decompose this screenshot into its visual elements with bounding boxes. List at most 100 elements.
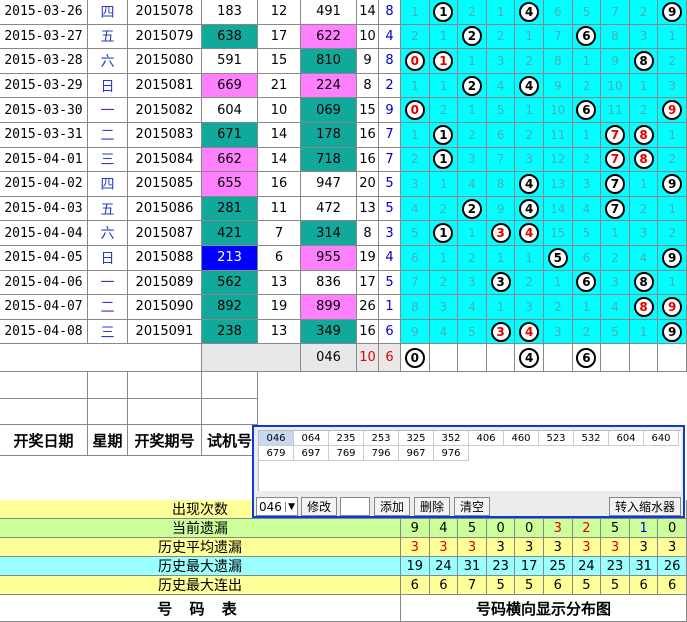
combination-item[interactable]: 976 — [434, 446, 469, 461]
stat-value: 3 — [458, 538, 487, 557]
add-button[interactable]: 添加 — [374, 497, 410, 516]
distribution-cell: 3 — [458, 147, 487, 173]
distribution-cell: 7 — [601, 147, 630, 173]
weekday: 日 — [88, 246, 128, 271]
sum-value: 16 — [357, 147, 379, 173]
combination-item[interactable]: 352 — [434, 431, 469, 446]
distribution-cell: 4 — [486, 73, 516, 99]
column-header-date: 开奖日期 — [0, 425, 88, 457]
distribution-cell: 5 — [486, 98, 516, 123]
distribution-cell: 1 — [515, 98, 544, 123]
digit-ball: 6 — [576, 100, 597, 121]
import-shrinker-button[interactable]: 转入缩水器 — [609, 497, 681, 516]
stat-value: 3 — [515, 538, 544, 557]
combination-item[interactable]: 532 — [574, 431, 609, 446]
combination-item[interactable]: 679 — [259, 446, 294, 461]
distribution-cell: 6 — [401, 246, 430, 271]
sum-tail: 6 — [379, 319, 401, 345]
stat-value: 26 — [658, 557, 687, 576]
delete-button[interactable]: 删除 — [414, 497, 450, 516]
stat-value: 25 — [544, 557, 573, 576]
combination-item[interactable]: 769 — [329, 446, 364, 461]
digit-ball: 4 — [519, 173, 540, 194]
combination-item[interactable]: 253 — [364, 431, 399, 446]
draw-period: 2015085 — [128, 172, 202, 197]
combination-item[interactable]: 406 — [469, 431, 504, 446]
sum-tail: 7 — [379, 147, 401, 173]
stat-value: 6 — [658, 576, 687, 595]
combination-item[interactable]: 640 — [644, 431, 679, 446]
chevron-down-icon: ▼ — [285, 501, 295, 512]
forecast-cell — [601, 344, 630, 373]
combination-item[interactable]: 064 — [294, 431, 329, 446]
forecast-cell — [544, 344, 573, 373]
distribution-cell: 4 — [629, 246, 659, 271]
distribution-cell: 7 — [601, 172, 630, 197]
distribution-cell: 1 — [429, 246, 459, 271]
distribution-cell: 5 — [572, 221, 602, 246]
distribution-cell: 2 — [572, 73, 602, 99]
combination-item[interactable]: 325 — [399, 431, 434, 446]
distribution-cell: 1 — [429, 221, 459, 246]
weekday: 二 — [88, 295, 128, 320]
modify-button[interactable]: 修改 — [301, 497, 337, 516]
stat-value: 5 — [601, 519, 630, 538]
distribution-cell: 1 — [629, 172, 659, 197]
sum-value: 14 — [357, 0, 379, 25]
distribution-cell: 1 — [429, 172, 459, 197]
span-value: 12 — [258, 0, 301, 25]
distribution-cell: 9 — [486, 196, 516, 222]
distribution-cell: 0 — [401, 98, 430, 123]
distribution-cell: 2 — [458, 123, 487, 148]
combination-item[interactable]: 697 — [294, 446, 329, 461]
digit-ball: 8 — [633, 272, 654, 293]
combination-item[interactable]: 046 — [259, 431, 294, 446]
combination-item[interactable]: 796 — [364, 446, 399, 461]
value-input[interactable] — [340, 497, 370, 516]
stat-value: 24 — [429, 557, 459, 576]
stat-value: 31 — [629, 557, 659, 576]
sum-value: 9 — [357, 49, 379, 74]
combination-item[interactable]: 604 — [609, 431, 644, 446]
digit-ball: 1 — [433, 149, 454, 170]
column-header-trial: 试机号 — [202, 425, 258, 457]
stat-label: 当前遗漏 — [0, 519, 401, 538]
stat-value: 23 — [601, 557, 630, 576]
distribution-cell: 3 — [458, 270, 487, 296]
sum-tail: 9 — [379, 98, 401, 123]
distribution-cell: 3 — [401, 172, 430, 197]
distribution-cell: 8 — [486, 172, 516, 197]
footer-distribution-chart: 号码横向显示分布图 — [401, 595, 687, 622]
distribution-cell: 1 — [572, 49, 602, 74]
span-value: 13 — [258, 270, 301, 296]
distribution-cell: 4 — [515, 221, 544, 246]
combination-item[interactable]: 460 — [504, 431, 539, 446]
span-value: 10 — [258, 98, 301, 123]
draw-period: 2015088 — [128, 246, 202, 271]
distribution-cell: 1 — [429, 49, 459, 74]
distribution-cell: 2 — [429, 98, 459, 123]
stat-value: 3 — [544, 519, 573, 538]
combination-item[interactable]: 523 — [539, 431, 574, 446]
distribution-cell: 2 — [572, 319, 602, 345]
trial-number: 638 — [202, 24, 258, 50]
digit-ball: 9 — [662, 247, 683, 268]
distribution-cell: 1 — [486, 0, 516, 25]
digit-ball: 0 — [404, 100, 425, 121]
winning-number: 718 — [301, 147, 357, 173]
digit-ball: 6 — [576, 272, 597, 293]
combination-select[interactable]: 046 ▼ — [256, 497, 298, 516]
combination-item[interactable]: 235 — [329, 431, 364, 446]
clear-button[interactable]: 清空 — [454, 497, 490, 516]
empty-cell — [88, 399, 128, 426]
distribution-cell: 1 — [401, 123, 430, 148]
digit-ball: 2 — [461, 198, 482, 219]
distribution-cell: 1 — [515, 246, 544, 271]
digit-ball: 9 — [662, 173, 683, 194]
combination-item[interactable]: 967 — [399, 446, 434, 461]
trial-number: 655 — [202, 172, 258, 197]
sum-tail: 5 — [379, 196, 401, 222]
distribution-cell: 6 — [572, 246, 602, 271]
draw-date: 2015-03-29 — [0, 73, 88, 99]
distribution-cell: 2 — [629, 98, 659, 123]
